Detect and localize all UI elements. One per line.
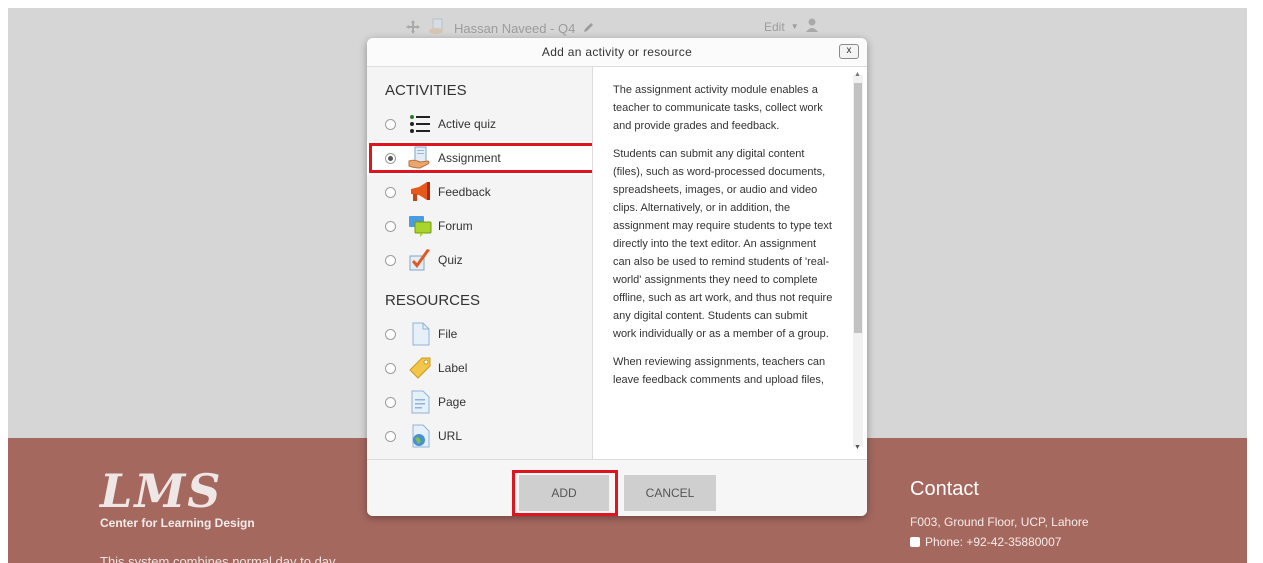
option-label: Label xyxy=(438,361,468,375)
option-label: Active quiz xyxy=(438,117,497,131)
logo-text: LMS xyxy=(100,464,223,518)
radio-button[interactable] xyxy=(385,220,396,232)
scroll-down-icon[interactable]: ▼ xyxy=(854,444,861,451)
user-icon[interactable] xyxy=(805,18,819,35)
scroll-thumb[interactable] xyxy=(854,83,862,333)
file-icon xyxy=(412,322,430,346)
assignment-icon xyxy=(428,18,446,39)
option-label[interactable]: Label xyxy=(367,351,592,385)
option-file[interactable]: File xyxy=(367,317,592,351)
radio-button-selected[interactable] xyxy=(385,152,396,164)
add-button[interactable]: ADD xyxy=(519,475,609,511)
description-text: The assignment activity module enables a… xyxy=(593,67,867,389)
resources-heading: RESOURCES xyxy=(385,292,481,309)
option-label: Feedback xyxy=(438,185,491,199)
module-chooser: ACTIVITIES Active quiz Assignment Feedba… xyxy=(367,67,593,459)
page-icon xyxy=(411,390,430,414)
phone-icon xyxy=(910,537,920,547)
dialog-title: Add an activity or resource xyxy=(541,45,693,59)
radio-button[interactable] xyxy=(385,328,396,340)
contact-block: Contact F003, Ground Floor, UCP, Lahore … xyxy=(910,478,1089,555)
option-label: URL xyxy=(438,429,463,443)
radio-button[interactable] xyxy=(385,186,396,198)
globe-icon xyxy=(412,424,430,448)
option-page[interactable]: Page xyxy=(367,385,592,419)
add-activity-dialog: Add an activity or resource x ACTIVITIES… xyxy=(367,38,867,516)
edit-menu[interactable]: Edit ▼ xyxy=(764,18,819,35)
scroll-up-icon[interactable]: ▲ xyxy=(854,71,861,78)
option-feedback[interactable]: Feedback xyxy=(367,175,592,209)
dialog-body: ACTIVITIES Active quiz Assignment Feedba… xyxy=(367,67,867,459)
contact-title: Contact xyxy=(910,478,979,500)
logo-subtitle: Center for Learning Design xyxy=(100,516,255,530)
cancel-button[interactable]: CANCEL xyxy=(624,475,716,511)
option-label: Quiz xyxy=(438,253,463,267)
contact-phone: Phone: +92-42-35880007 xyxy=(910,535,1089,549)
edit-label[interactable]: Edit xyxy=(764,20,785,34)
course-item-row: Hassan Naveed - Q4 xyxy=(406,16,595,40)
radio-button[interactable] xyxy=(385,396,396,408)
description-paragraph: The assignment activity module enables a… xyxy=(613,84,823,132)
description-paragraph: Students can submit any digital content … xyxy=(613,148,833,340)
option-label: Assignment xyxy=(438,151,501,165)
radio-button[interactable] xyxy=(385,118,396,130)
forum-icon xyxy=(409,216,432,237)
radio-button[interactable] xyxy=(385,254,396,266)
option-quiz[interactable]: Quiz xyxy=(367,243,592,277)
footer-description: This system combines normal day to day xyxy=(100,554,336,563)
assignment-icon xyxy=(408,146,430,169)
footer-logo: LMS Center for Learning Design xyxy=(100,468,255,530)
module-description: The assignment activity module enables a… xyxy=(593,67,867,459)
close-button[interactable]: x xyxy=(839,44,859,59)
option-url[interactable]: URL xyxy=(367,419,592,453)
checkmark-icon xyxy=(409,249,430,271)
caret-down-icon: ▼ xyxy=(790,22,799,31)
radio-button[interactable] xyxy=(385,362,396,374)
pencil-icon[interactable] xyxy=(583,21,595,36)
option-assignment[interactable]: Assignment xyxy=(367,141,592,175)
move-icon[interactable] xyxy=(406,19,420,37)
option-label: Forum xyxy=(438,219,473,233)
description-paragraph: When reviewing assignments, teachers can… xyxy=(613,356,826,386)
list-icon xyxy=(410,115,430,133)
megaphone-icon xyxy=(411,182,430,201)
tag-icon xyxy=(409,357,431,379)
dialog-footer: ADD CANCEL xyxy=(367,459,867,516)
dialog-header: Add an activity or resource x xyxy=(367,38,867,67)
option-active-quiz[interactable]: Active quiz xyxy=(367,107,592,141)
option-label: Page xyxy=(438,395,467,409)
option-forum[interactable]: Forum xyxy=(367,209,592,243)
course-item-title[interactable]: Hassan Naveed - Q4 xyxy=(454,21,575,36)
activities-heading: ACTIVITIES xyxy=(385,82,467,99)
radio-button[interactable] xyxy=(385,430,396,442)
description-scrollbar[interactable]: ▲ ▼ xyxy=(853,71,863,451)
option-label: File xyxy=(438,327,458,341)
contact-address: F003, Ground Floor, UCP, Lahore xyxy=(910,515,1089,529)
